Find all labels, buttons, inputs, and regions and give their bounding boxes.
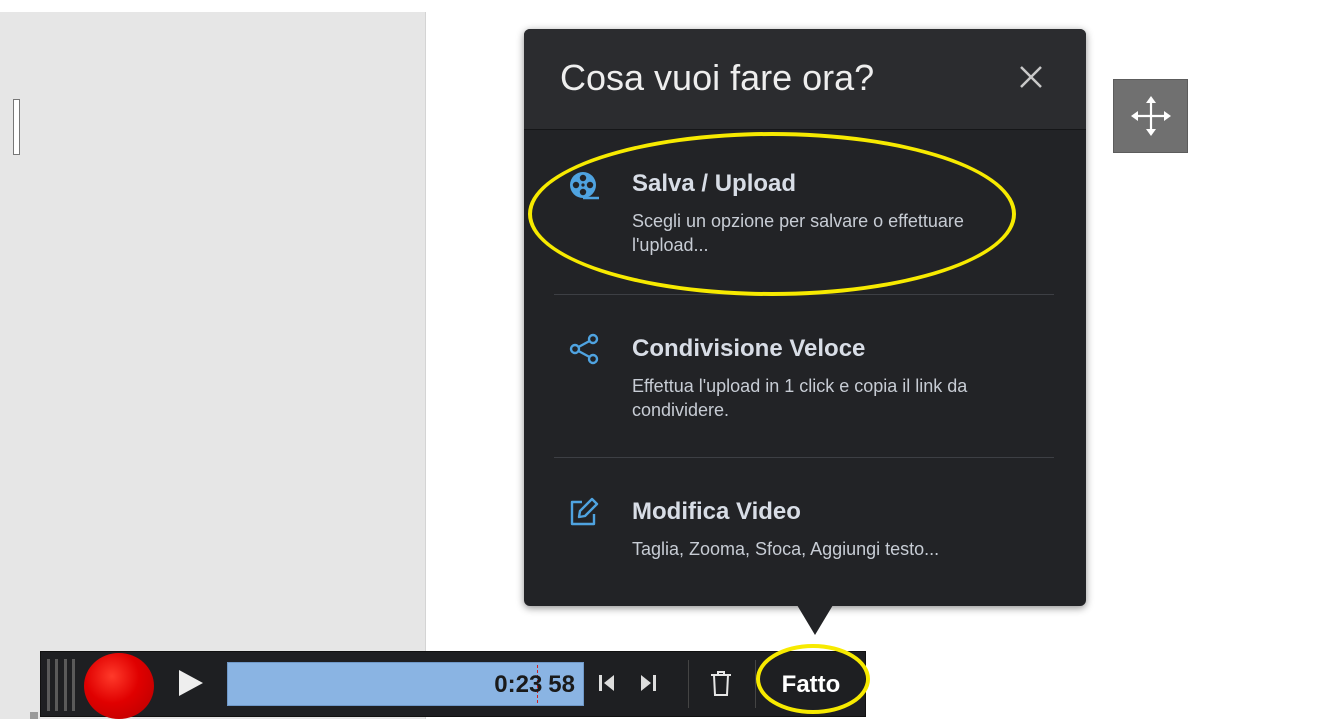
edit-icon (568, 496, 600, 528)
divider (554, 294, 1054, 295)
option-title: Condivisione Veloce (632, 335, 866, 362)
move-handle[interactable] (1113, 79, 1188, 153)
done-button[interactable]: Fatto (766, 662, 856, 708)
skip-forward-icon (641, 675, 656, 691)
toolbar-separator (755, 660, 756, 708)
skip-back-icon (599, 675, 614, 691)
move-arrows-icon (1130, 96, 1171, 136)
timeline[interactable]: 0:23 58 (227, 662, 584, 706)
resize-handle[interactable] (13, 99, 20, 155)
option-description: Scegli un opzione per salvare o effettua… (632, 211, 964, 255)
time-readout: 0:23 58 (494, 671, 575, 698)
option-description: Taglia, Zooma, Sfoca, Aggiungi testo... (632, 539, 940, 559)
option-edit-video[interactable]: Modifica Video Taglia, Zooma, Sfoca, Agg… (554, 470, 1054, 620)
recorder-toolbar: 0:23 58 Fatto (40, 651, 866, 719)
popup-header: Cosa vuoi fare ora? (524, 29, 1086, 130)
trash-icon (711, 671, 731, 696)
toolbar-separator (688, 660, 689, 708)
close-button[interactable] (1013, 59, 1049, 95)
divider (554, 457, 1054, 458)
share-icon (568, 333, 600, 365)
skip-forward-button[interactable] (634, 666, 662, 700)
delete-button[interactable] (707, 666, 735, 700)
close-icon (1020, 66, 1042, 88)
option-description: Effettua l'upload in 1 click e copia il … (632, 376, 968, 420)
film-reel-icon (568, 170, 600, 202)
canvas-marker (30, 712, 38, 719)
option-title: Modifica Video (632, 498, 801, 525)
drag-grip[interactable] (47, 659, 75, 711)
recording-area (0, 12, 426, 719)
record-button[interactable] (84, 653, 154, 719)
option-title: Salva / Upload (632, 170, 797, 197)
skip-back-button[interactable] (593, 666, 621, 700)
next-action-popup: Cosa vuoi fare ora? Salva / Upload Scegl… (524, 29, 1086, 606)
popup-title: Cosa vuoi fare ora? (560, 57, 875, 98)
play-button[interactable] (179, 670, 203, 696)
popup-pointer (797, 605, 833, 635)
option-save-upload[interactable]: Salva / Upload Scegli un opzione per sal… (554, 142, 1054, 292)
option-quick-share[interactable]: Condivisione Veloce Effettua l'upload in… (554, 307, 1054, 457)
